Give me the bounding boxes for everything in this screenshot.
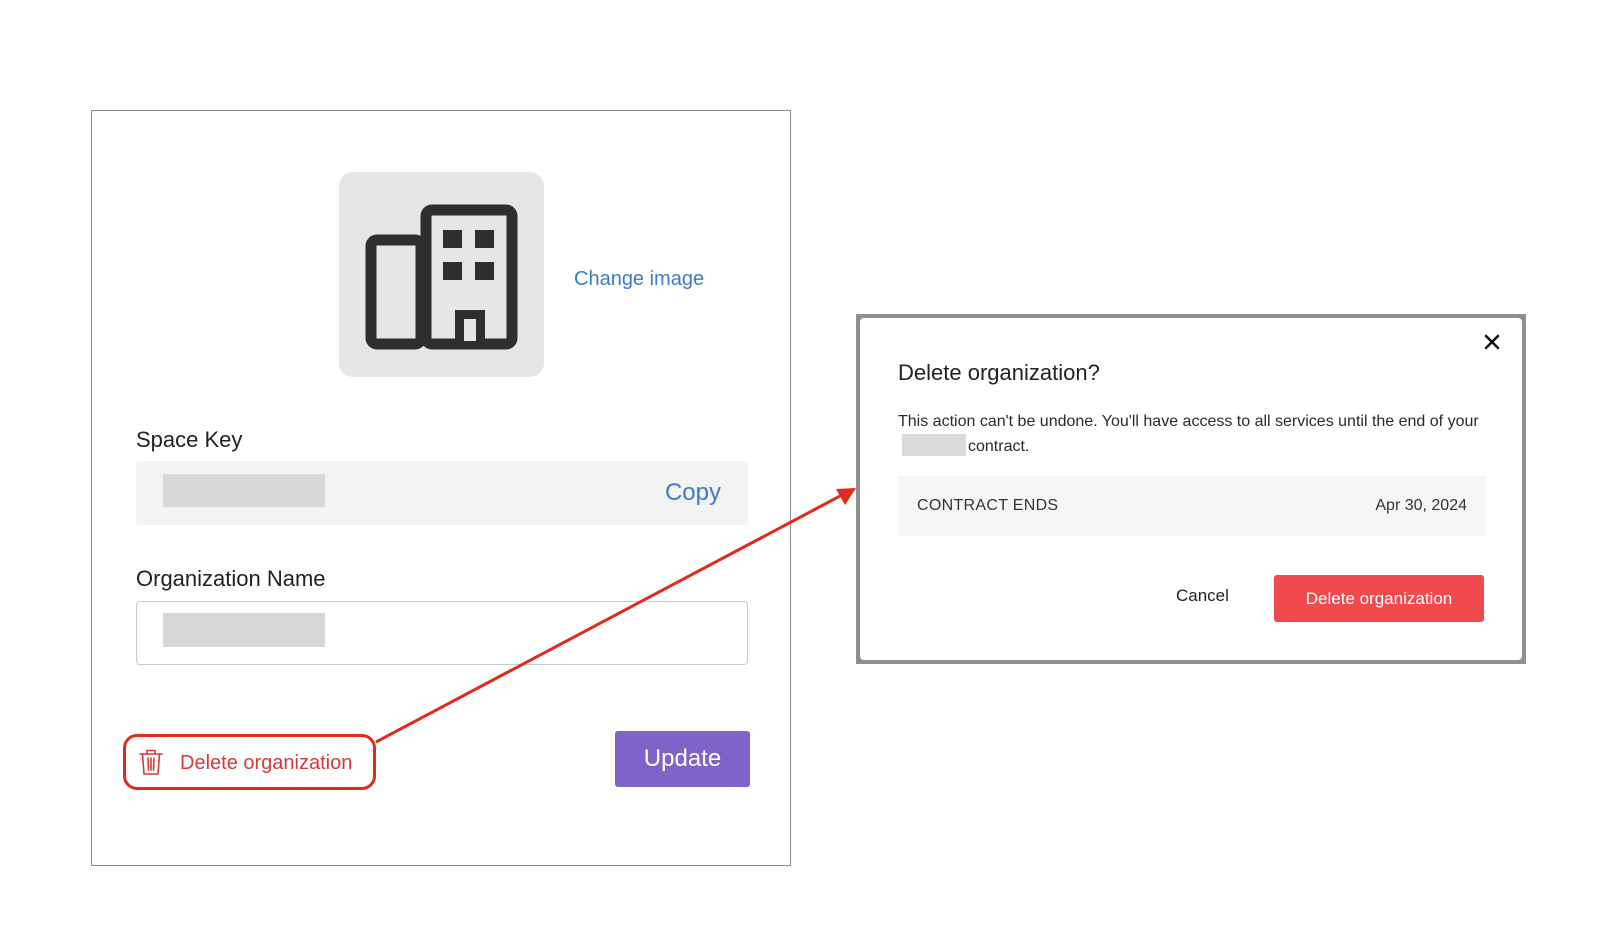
building-icon: [365, 204, 518, 350]
redacted-organization-name: [163, 613, 325, 647]
dialog-message-text: This action can't be undone. You'll have…: [898, 413, 1479, 430]
delete-organization-link[interactable]: Delete organization: [123, 734, 376, 790]
trash-icon: [139, 749, 163, 775]
organization-settings-panel: Change image Space Key Copy Organization…: [91, 110, 791, 866]
space-key-label: Space Key: [136, 427, 243, 452]
copy-button[interactable]: Copy: [665, 479, 721, 507]
dialog-message-suffix: contract.: [968, 438, 1030, 455]
contract-ends-row: CONTRACT ENDS Apr 30, 2024: [898, 476, 1486, 536]
delete-organization-dialog: Delete organization? This action can't b…: [860, 318, 1522, 660]
dialog-title: Delete organization?: [898, 360, 1100, 385]
change-image-link[interactable]: Change image: [574, 268, 704, 291]
space-key-field: Copy: [136, 461, 748, 525]
screenshot-canvas: Change image Space Key Copy Organization…: [0, 0, 1600, 942]
organization-name-input[interactable]: [136, 601, 748, 665]
close-icon[interactable]: [1480, 330, 1504, 354]
organization-name-label: Organization Name: [136, 566, 326, 591]
cancel-button[interactable]: Cancel: [1176, 586, 1229, 606]
redacted-space-key: [163, 474, 325, 507]
delete-organization-label: Delete organization: [180, 752, 353, 774]
confirm-delete-button[interactable]: Delete organization: [1274, 575, 1484, 622]
contract-ends-label: CONTRACT ENDS: [917, 497, 1059, 514]
redacted-contract-name: [902, 434, 966, 456]
dialog-message: This action can't be undone. You'll have…: [898, 410, 1488, 459]
update-button[interactable]: Update: [615, 731, 750, 787]
contract-end-date: Apr 30, 2024: [1375, 497, 1467, 514]
organization-avatar[interactable]: [339, 172, 544, 377]
